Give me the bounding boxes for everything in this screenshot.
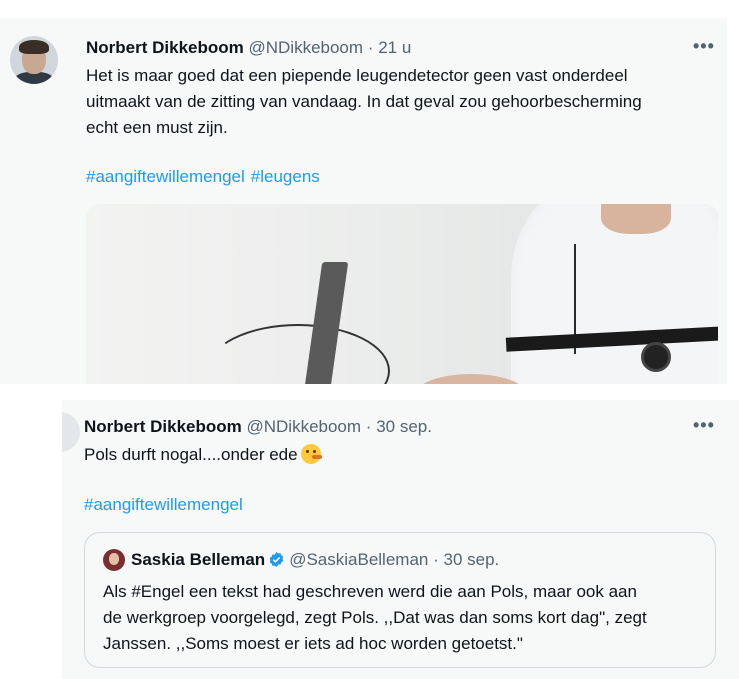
quoted-author-avatar[interactable] xyxy=(103,549,125,571)
tweet-text: Het is maar goed dat een piepende leugen… xyxy=(86,63,642,141)
tweet-text-line: Het is maar goed dat een piepende leugen… xyxy=(86,66,628,85)
tweet-card-2[interactable]: Norbert Dikkeboom @NDikkeboom · 30 sep. … xyxy=(62,400,739,679)
quoted-author-handle[interactable]: @SaskiaBelleman xyxy=(289,550,428,569)
quoted-text-line: Als #Engel een tekst had geschreven werd… xyxy=(103,582,637,601)
verified-badge-icon xyxy=(269,552,284,567)
quoted-tweet-text: Als #Engel een tekst had geschreven werd… xyxy=(103,579,703,657)
quoted-tweet[interactable]: Saskia Belleman @SaskiaBelleman · 30 sep.… xyxy=(84,532,716,668)
quoted-text-line: Janssen. ,,Soms moest er iets ad hoc wor… xyxy=(103,634,523,653)
author-handle[interactable]: @NDikkeboom xyxy=(248,38,363,57)
quoted-tweet-time[interactable]: 30 sep. xyxy=(444,550,500,569)
tweet-text-line: Pols durft nogal....onder ede xyxy=(84,445,298,464)
author-handle[interactable]: @NDikkeboom xyxy=(246,417,361,436)
more-options-icon[interactable]: ••• xyxy=(693,36,715,57)
tweet-header: Norbert Dikkeboom @NDikkeboom · 30 sep. xyxy=(84,416,432,438)
avatar-face xyxy=(109,553,119,565)
author-name[interactable]: Norbert Dikkeboom xyxy=(86,38,244,57)
thinking-face-icon xyxy=(300,444,322,464)
author-name[interactable]: Norbert Dikkeboom xyxy=(84,417,242,436)
separator: · xyxy=(433,550,439,569)
image-sensor xyxy=(641,342,671,372)
quoted-text-line: de werkgroep voorgelegd, zegt Pols. ,,Da… xyxy=(103,608,647,627)
hashtag-link[interactable]: #aangiftewillemengel xyxy=(84,495,243,514)
hashtag-link[interactable]: #aangiftewillemengel xyxy=(86,167,245,186)
quoted-tweet-header: Saskia Belleman @SaskiaBelleman · 30 sep. xyxy=(131,549,499,571)
tweet-text-line: echt een must zijn. xyxy=(86,118,228,137)
tweet-text: Pols durft nogal....onder ede xyxy=(84,442,322,468)
separator: · xyxy=(365,417,372,436)
image-neck xyxy=(601,204,671,234)
separator: · xyxy=(367,38,374,57)
hashtag-row: #aangiftewillemengel #leugens xyxy=(86,166,326,188)
author-avatar[interactable] xyxy=(10,36,58,84)
hashtag-link[interactable]: #leugens xyxy=(251,167,320,186)
tweet-time[interactable]: 30 sep. xyxy=(376,417,432,436)
quoted-author-name[interactable]: Saskia Belleman xyxy=(131,550,265,569)
tweet-media-image[interactable] xyxy=(86,204,718,384)
tweet-header: Norbert Dikkeboom @NDikkeboom · 21 u xyxy=(86,37,411,59)
author-avatar[interactable] xyxy=(62,412,80,452)
tweet-text-line: uitmaakt van de zitting van vandaag. In … xyxy=(86,92,642,111)
avatar-hair xyxy=(19,40,49,54)
tweet-time[interactable]: 21 u xyxy=(378,38,411,57)
more-options-icon[interactable]: ••• xyxy=(693,415,715,436)
hashtag-row: #aangiftewillemengel xyxy=(84,494,249,516)
tweet-card-1[interactable]: Norbert Dikkeboom @NDikkeboom · 21 u •••… xyxy=(0,18,727,384)
